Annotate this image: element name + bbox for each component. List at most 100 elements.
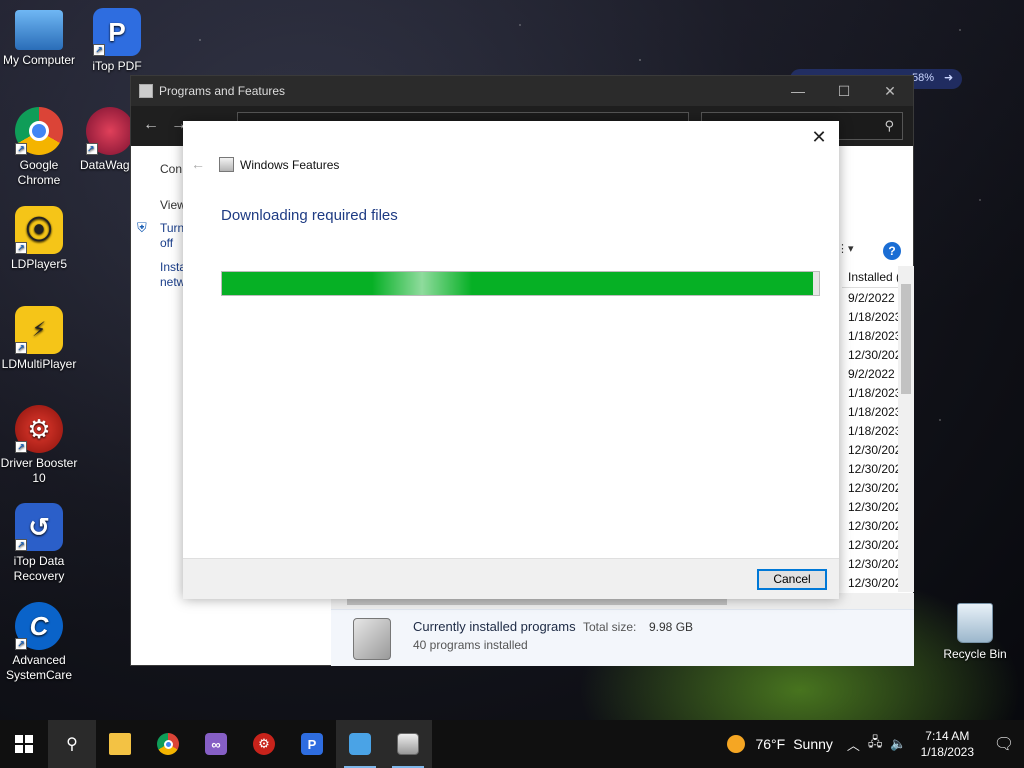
weather-widget[interactable]: 76°F Sunny xyxy=(727,735,833,753)
shield-icon: ⛨ xyxy=(137,220,147,235)
network-icon[interactable]: 🖧 xyxy=(868,733,883,755)
datawag-icon: ↗ xyxy=(86,107,134,155)
shortcut-arrow-icon: ↗ xyxy=(15,143,27,155)
shortcut-arrow-icon: ↗ xyxy=(86,143,98,155)
folder-icon xyxy=(109,733,131,755)
shortcut-arrow-icon: ↗ xyxy=(15,638,27,650)
desktop-icon-itop-pdf[interactable]: P ↗ iTop PDF xyxy=(78,8,156,74)
control-panel-icon xyxy=(139,84,153,98)
shortcut-arrow-icon: ↗ xyxy=(15,441,27,453)
driver-booster-icon: ⚙ ↗ xyxy=(15,405,63,453)
taskbar-windows-features[interactable] xyxy=(384,720,432,768)
taskbar-visual-studio[interactable]: ∞ xyxy=(192,720,240,768)
sidebar-link-turn-features[interactable]: Turn off xyxy=(160,221,184,251)
desktop-icon-label: Google Chrome xyxy=(17,158,61,187)
weather-temp: 76°F xyxy=(755,736,786,752)
search-icon: ⚲ xyxy=(884,118,894,133)
desktop-icon-label: Driver Booster 10 xyxy=(0,456,78,485)
desktop-icon-my-computer[interactable]: My Computer xyxy=(0,10,78,68)
desktop-icon-ldplayer5[interactable]: ⦿ ↗ LDPlayer5 xyxy=(0,206,78,272)
view-options-icon[interactable]: ⋮▾ xyxy=(837,242,854,255)
shortcut-arrow-icon: ↗ xyxy=(15,342,27,354)
scrollbar-thumb[interactable] xyxy=(901,284,911,394)
sidebar-link-view-updates[interactable]: View xyxy=(160,198,186,212)
recycle-bin-icon xyxy=(957,603,993,643)
desktop-icon-recycle-bin[interactable]: Recycle Bin xyxy=(940,603,1010,661)
progress-fill xyxy=(222,272,814,295)
close-icon[interactable]: ✕ xyxy=(867,83,913,100)
taskbar-itop-pdf[interactable]: P xyxy=(288,720,336,768)
status-title: Currently installed programs xyxy=(413,619,576,634)
desktop-icon-datawag[interactable]: ↗ DataWag xyxy=(78,107,138,173)
status-heading: Downloading required files xyxy=(221,207,398,224)
arrow-right-icon: ➜ xyxy=(944,72,954,84)
taskbar-control-panel[interactable] xyxy=(336,720,384,768)
chrome-icon: ↗ xyxy=(15,107,63,155)
notifications-icon[interactable]: 🗨 xyxy=(984,734,1024,754)
pill-percent: 58% xyxy=(912,72,935,84)
sidebar-link-control-panel[interactable]: Con xyxy=(160,162,182,176)
back-arrow-icon[interactable]: ← xyxy=(143,116,159,134)
desktop-icon-label: My Computer xyxy=(2,53,76,67)
ldmultiplayer-icon: ⚡ ↗ xyxy=(15,306,63,354)
taskbar-driver-booster[interactable]: ⚙ xyxy=(240,720,288,768)
desktop-icon-label: LDPlayer5 xyxy=(10,257,68,271)
itop-pdf-icon: P xyxy=(301,733,323,755)
systemcare-icon: C ↗ xyxy=(15,602,63,650)
dialog-footer: Cancel xyxy=(183,558,839,599)
minimize-icon[interactable]: — xyxy=(775,83,821,100)
monitor-icon xyxy=(15,10,63,50)
taskbar-file-explorer[interactable] xyxy=(96,720,144,768)
programs-installer-icon xyxy=(353,618,391,660)
clock-time: 7:14 AM xyxy=(925,729,970,743)
clock-date: 1/18/2023 xyxy=(920,745,974,759)
maximize-icon[interactable]: ☐ xyxy=(821,83,867,100)
desktop-icon-chrome[interactable]: ↗ Google Chrome xyxy=(0,107,78,188)
shortcut-arrow-icon: ↗ xyxy=(93,44,105,56)
visual-studio-icon: ∞ xyxy=(205,733,227,755)
search-button[interactable]: ⚲ xyxy=(48,720,96,768)
desktop-icon-itop-data-recovery[interactable]: ↺ ↗ iTop Data Recovery xyxy=(0,503,78,584)
total-size-label: Total size: xyxy=(583,620,637,634)
help-icon[interactable]: ? xyxy=(883,242,901,260)
desktop-icon-advanced-systemcare[interactable]: C ↗ Advanced SystemCare xyxy=(0,602,78,683)
download-progress-bar xyxy=(221,271,820,296)
chevron-up-icon[interactable]: ︿ xyxy=(847,735,860,754)
desktop-icon-ldmultiplayer[interactable]: ⚡ ↗ LDMultiPlayer xyxy=(0,306,78,372)
system-tray: 76°F Sunny ︿ 🖧 🔈 7:14 AM 1/18/2023 🗨 xyxy=(727,720,1024,768)
windows-features-icon xyxy=(219,157,234,172)
close-icon[interactable]: ✕ xyxy=(807,125,831,149)
data-recovery-icon: ↺ ↗ xyxy=(15,503,63,551)
search-icon: ⚲ xyxy=(66,736,78,753)
window-title: Programs and Features xyxy=(159,84,286,98)
programs-count: 40 programs installed xyxy=(413,638,528,652)
volume-icon[interactable]: 🔈 xyxy=(890,736,906,752)
desktop-icon-label: DataWag xyxy=(80,158,130,172)
itop-pdf-icon: P ↗ xyxy=(93,8,141,56)
dialog-title: Windows Features xyxy=(240,158,340,172)
desktop-icon-driver-booster[interactable]: ⚙ ↗ Driver Booster 10 xyxy=(0,405,78,486)
desktop-icon-label: iTop Data Recovery xyxy=(13,554,65,583)
taskbar: ⚲ ∞ ⚙ P 76°F Sunny ︿ 🖧 🔈 7:14 AM 1/18/20… xyxy=(0,720,1024,768)
ldplayer-icon: ⦿ ↗ xyxy=(15,206,63,254)
clock[interactable]: 7:14 AM 1/18/2023 xyxy=(921,728,974,760)
status-panel: Currently installed programs Total size:… xyxy=(331,609,914,666)
cancel-button[interactable]: Cancel xyxy=(757,569,827,590)
total-size-value: 9.98 GB xyxy=(649,620,694,634)
windows-features-icon xyxy=(397,733,419,755)
desktop-icon-label: LDMultiPlayer xyxy=(1,357,77,371)
shortcut-arrow-icon: ↗ xyxy=(15,242,27,254)
windows-features-dialog: ✕ ← Windows Features Downloading require… xyxy=(183,121,839,599)
start-button[interactable] xyxy=(0,720,48,768)
shortcut-arrow-icon: ↗ xyxy=(15,539,27,551)
control-panel-icon xyxy=(349,733,371,755)
sun-icon xyxy=(727,735,746,753)
driver-booster-icon: ⚙ xyxy=(253,733,275,755)
sidebar-link-install-network[interactable]: Insta netw xyxy=(160,260,186,290)
desktop-icon-label: Advanced SystemCare xyxy=(5,653,73,682)
vertical-scrollbar[interactable] xyxy=(898,266,914,592)
window-title-bar[interactable]: Programs and Features — ☐ ✕ xyxy=(131,76,913,106)
taskbar-chrome[interactable] xyxy=(144,720,192,768)
desktop-icon-label: iTop PDF xyxy=(92,59,142,73)
chrome-icon xyxy=(157,733,179,755)
